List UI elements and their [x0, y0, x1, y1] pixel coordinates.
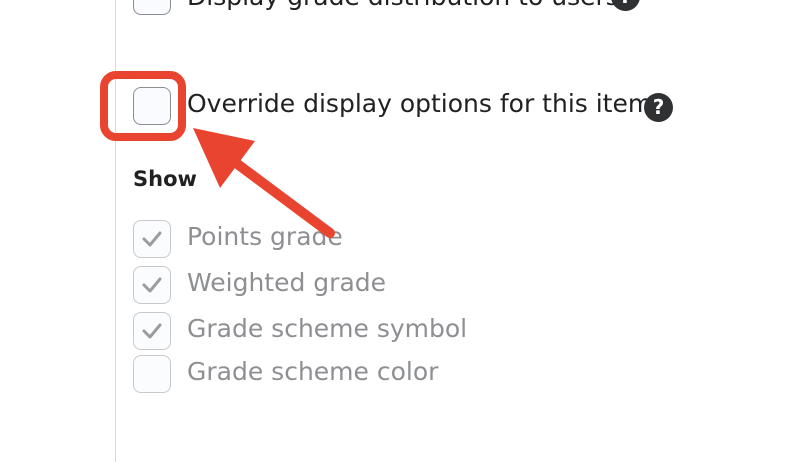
grade-scheme-color-label: Grade scheme color	[187, 357, 439, 386]
grade-scheme-symbol-label: Grade scheme symbol	[187, 314, 468, 343]
section-divider	[115, 0, 116, 462]
help-icon[interactable]: ?	[644, 93, 673, 122]
display-distribution-checkbox[interactable]	[133, 0, 171, 15]
points-grade-label: Points grade	[187, 222, 343, 251]
checkmark-icon	[142, 323, 162, 339]
show-heading: Show	[133, 167, 197, 191]
grade-scheme-symbol-checkbox[interactable]	[133, 312, 171, 350]
points-grade-checkbox[interactable]	[133, 220, 171, 258]
weighted-grade-checkbox[interactable]	[133, 266, 171, 304]
checkmark-icon	[142, 231, 162, 247]
override-display-options-label: Override display options for this item	[187, 89, 653, 118]
display-distribution-label: Display grade distribution to users	[187, 0, 619, 12]
weighted-grade-label: Weighted grade	[187, 268, 387, 297]
annotation-arrow-icon	[193, 128, 335, 238]
checkmark-icon	[142, 277, 162, 293]
grade-scheme-color-checkbox[interactable]	[133, 355, 171, 393]
annotation-highlight-box	[100, 71, 186, 141]
